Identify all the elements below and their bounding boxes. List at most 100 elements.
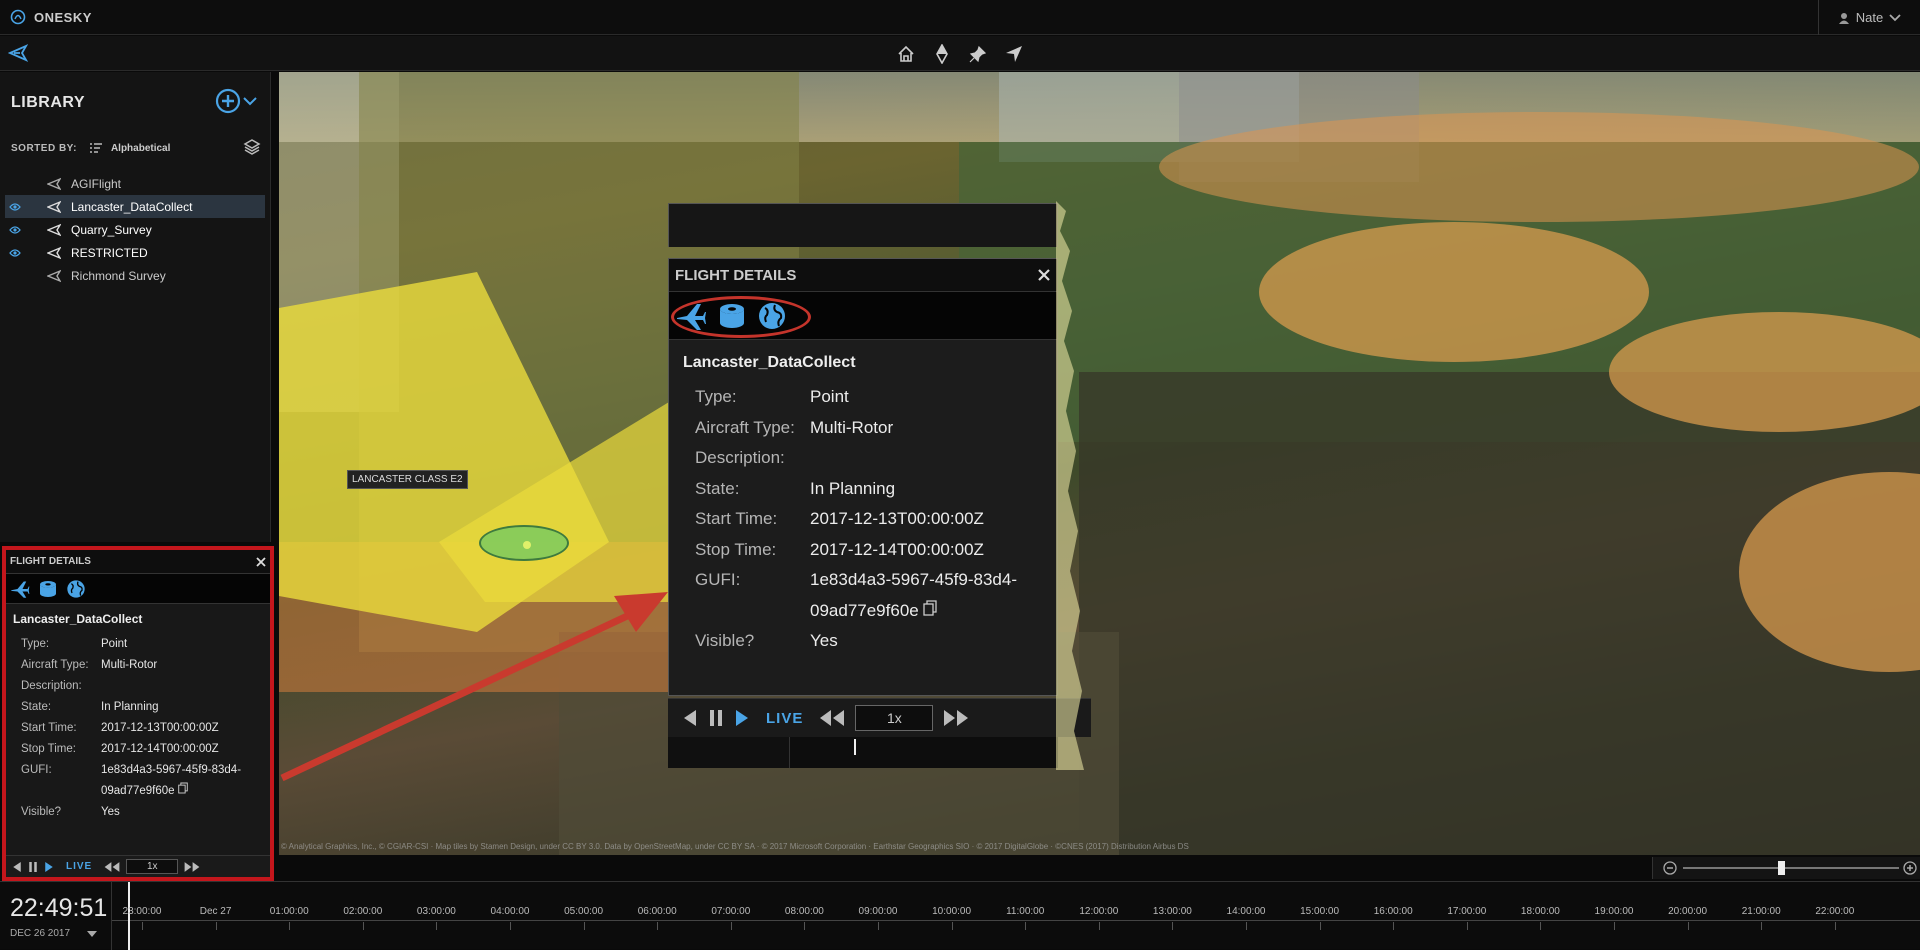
fast-forward-icon[interactable] xyxy=(184,861,200,873)
zoom-track[interactable] xyxy=(1683,867,1899,869)
library-item[interactable]: RESTRICTED xyxy=(5,241,265,264)
detail-key: GUFI: xyxy=(695,570,741,589)
detail-value: Multi-Rotor xyxy=(101,659,158,671)
compass-button[interactable] xyxy=(931,43,953,65)
zoomed-flight-details: FLIGHT DETAILS Lancaster_DataCollect Typ… xyxy=(668,201,1091,770)
timeline-ticks[interactable]: 23:00:00 Dec 27 01:00:00 02:00:00 03:00:00 04… xyxy=(112,882,1920,950)
detail-value xyxy=(810,443,1040,474)
timeline: 22:49:51 DEC 26 2017 23:00:00 Dec 27 01:00… xyxy=(0,881,1920,950)
speed-field[interactable]: 1x xyxy=(126,859,179,874)
timeline-tick-mark xyxy=(436,922,438,930)
sort-list-icon[interactable] xyxy=(89,142,103,154)
detail-row-visible: Visible? Yes xyxy=(683,626,1057,657)
top-bar: ONESKY Nate xyxy=(0,0,1920,35)
map-viewport[interactable]: LANCASTER CLASS E2 © Analytical Graphics… xyxy=(279,72,1920,855)
timeline-tick-mark xyxy=(1834,922,1836,930)
rewind-icon[interactable] xyxy=(819,709,845,727)
zoom-out-icon[interactable] xyxy=(1663,861,1677,875)
pin-button[interactable] xyxy=(967,43,989,65)
torn-edge xyxy=(1056,201,1084,770)
add-item-button[interactable] xyxy=(215,88,257,114)
timeline-zoom-control xyxy=(1652,857,1920,879)
zoom-in-icon[interactable] xyxy=(1903,861,1917,875)
timeline-tick-mark xyxy=(878,922,879,930)
timeline-tick-label: 05:00:00 xyxy=(564,906,604,917)
detail-value: Point xyxy=(810,387,849,406)
zoom-slider-handle[interactable] xyxy=(1778,861,1785,875)
timeline-tick-mark xyxy=(1246,922,1247,930)
flight-mode-button[interactable] xyxy=(7,43,29,68)
database-icon[interactable] xyxy=(38,579,58,599)
detail-row-start-time: Start Time: 2017-12-13T00:00:00Z xyxy=(683,504,1057,535)
detail-key: Aircraft Type: xyxy=(695,417,795,437)
live-button[interactable]: LIVE xyxy=(766,710,803,727)
flight-center-point xyxy=(523,541,531,549)
flight-area-marker[interactable] xyxy=(479,525,569,561)
timeline-tick-mark xyxy=(1025,922,1027,930)
fast-forward-icon[interactable] xyxy=(943,709,969,727)
timeline-tick-mark xyxy=(510,922,511,930)
timeline-tick-mark xyxy=(1614,922,1615,930)
layers-button[interactable] xyxy=(243,138,261,159)
airspace-label: LANCASTER CLASS E2 xyxy=(347,470,468,489)
chevron-down-icon[interactable] xyxy=(86,930,98,938)
detail-row-aircraft-type: Aircraft Type: Multi-Rotor xyxy=(683,413,1057,444)
library-item[interactable]: Richmond Survey xyxy=(5,264,265,287)
detail-value: 2017-12-14T00:00:00Z xyxy=(101,743,219,755)
user-name: Nate xyxy=(1855,10,1884,25)
pause-icon[interactable] xyxy=(708,709,724,727)
airplane-tab-icon[interactable] xyxy=(10,579,30,599)
library-item-label: Lancaster_DataCollect xyxy=(71,199,193,214)
close-icon[interactable] xyxy=(1037,268,1051,282)
library-item-label: Richmond Survey xyxy=(71,268,166,283)
rewind-icon[interactable] xyxy=(104,861,120,873)
copy-icon[interactable] xyxy=(178,782,188,794)
timeline-tick-label: 16:00:00 xyxy=(1373,906,1413,917)
speed-field[interactable]: 1x xyxy=(855,705,934,731)
compass-icon xyxy=(936,44,948,64)
timeline-tick-label: 01:00:00 xyxy=(269,906,309,917)
detail-row-state: State: In Planning xyxy=(683,474,1057,505)
library-item[interactable]: Lancaster_DataCollect xyxy=(5,195,265,218)
detail-key: State: xyxy=(21,701,52,713)
play-icon[interactable] xyxy=(44,861,54,873)
step-back-icon[interactable] xyxy=(12,861,22,873)
library-item[interactable]: AGIFlight xyxy=(5,172,265,195)
layers-icon xyxy=(243,139,261,155)
sort-value[interactable]: Alphabetical xyxy=(111,143,170,154)
timeline-tick-mark xyxy=(1540,922,1542,930)
navigate-button[interactable] xyxy=(1003,43,1025,65)
flight-details-title: FLIGHT DETAILS xyxy=(10,556,91,567)
detail-key: Visible? xyxy=(695,631,755,650)
timeline-tick-label: 15:00:00 xyxy=(1300,906,1340,917)
detail-row-description: Description: xyxy=(13,676,270,697)
detail-value: In Planning xyxy=(810,478,896,498)
copy-icon[interactable] xyxy=(923,599,938,616)
time-cursor xyxy=(854,739,856,755)
timeline-fragment xyxy=(668,737,1058,768)
user-menu[interactable]: Nate xyxy=(1818,0,1920,35)
home-button[interactable] xyxy=(895,43,917,65)
eye-icon[interactable] xyxy=(5,248,25,257)
detail-row-start-time: Start Time: 2017-12-13T00:00:00Z xyxy=(13,718,270,739)
user-icon xyxy=(1838,12,1849,24)
globe-icon[interactable] xyxy=(66,579,86,599)
live-button[interactable]: LIVE xyxy=(66,861,92,872)
close-icon[interactable] xyxy=(256,556,266,567)
app-logo: ONESKY xyxy=(10,9,92,25)
step-back-icon[interactable] xyxy=(682,709,698,727)
timeline-tick-label: 22:00:00 xyxy=(1815,906,1855,917)
eye-icon[interactable] xyxy=(5,225,25,234)
library-item[interactable]: Quarry_Survey xyxy=(5,218,265,241)
playback-controls: LIVE 1x xyxy=(6,855,270,877)
detail-key: GUFI: xyxy=(21,764,52,776)
detail-row-state: State: In Planning xyxy=(13,697,270,718)
play-icon[interactable] xyxy=(734,709,750,727)
onesky-logo-icon xyxy=(10,9,26,25)
timeline-tick-mark xyxy=(1466,922,1468,930)
eye-icon[interactable] xyxy=(5,202,25,211)
pause-icon[interactable] xyxy=(28,861,38,873)
airplane-icon xyxy=(47,269,65,283)
timeline-tick-label: 23:00:00 xyxy=(122,906,162,917)
timeline-tick-label: 20:00:00 xyxy=(1668,906,1708,917)
